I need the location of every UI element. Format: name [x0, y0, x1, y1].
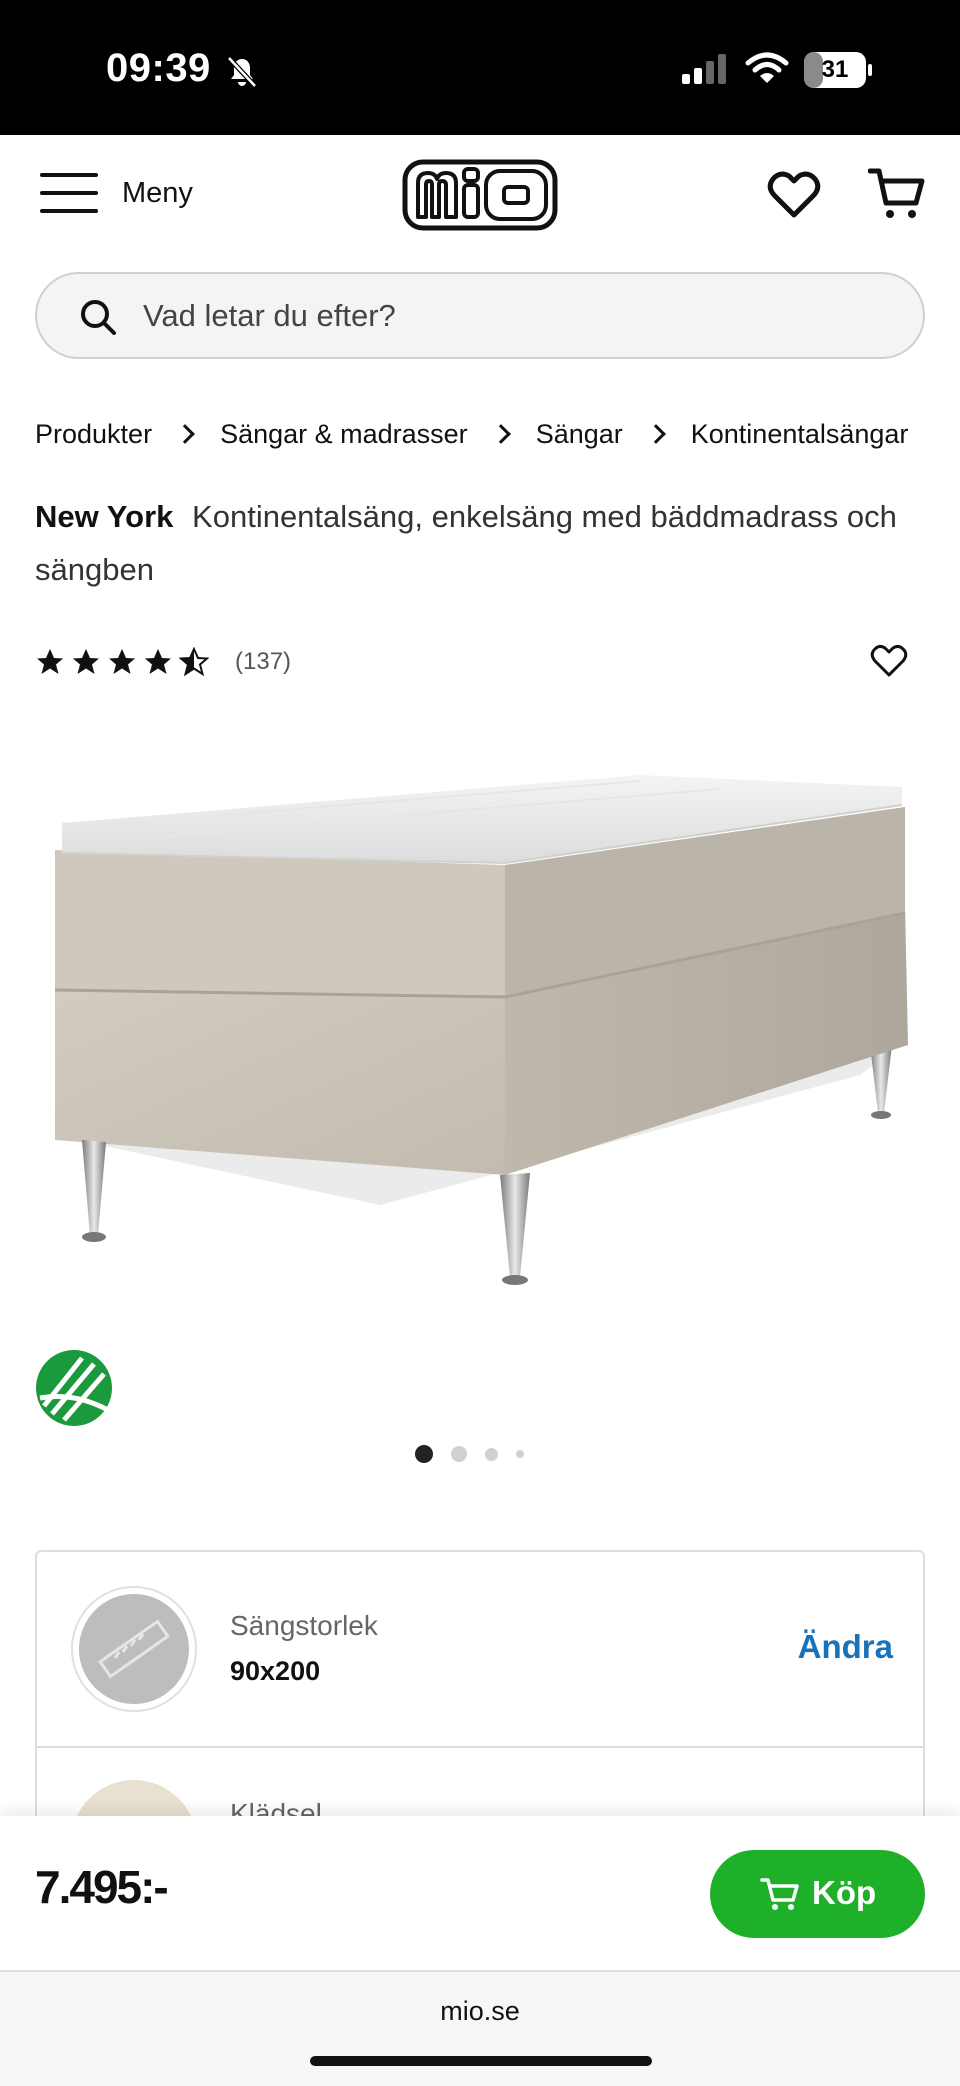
- mio-logo[interactable]: [402, 159, 558, 231]
- cart-icon[interactable]: [868, 165, 926, 223]
- chevron-right-icon: [175, 424, 195, 444]
- review-count[interactable]: (137): [235, 648, 291, 676]
- wifi-icon: [745, 52, 789, 83]
- battery-percent: 31: [821, 56, 849, 83]
- status-time: 09:39: [106, 46, 211, 90]
- star-half-icon: [179, 647, 209, 677]
- favorite-heart-icon[interactable]: [870, 642, 908, 680]
- breadcrumb-item-kontinentalsangar[interactable]: Kontinentalsängar: [691, 419, 909, 450]
- breadcrumb-item-sangar-madrasser[interactable]: Sängar & madrasser: [220, 419, 468, 450]
- product-rating[interactable]: (137): [35, 642, 291, 682]
- sticky-buy-bar: 7.495:- Köp: [0, 1816, 960, 1972]
- browser-url[interactable]: mio.se: [0, 1996, 960, 2027]
- product-image-bed[interactable]: [40, 745, 920, 1305]
- breadcrumb: Produkter Sängar & madrasser Sängar Kont…: [35, 414, 908, 454]
- wishlist-heart-icon[interactable]: [766, 167, 822, 223]
- search-bar[interactable]: Vad letar du efter?: [35, 272, 925, 359]
- site-header: Meny: [0, 135, 960, 265]
- battery-indicator: 31: [804, 52, 872, 88]
- status-bar: 09:39 31: [0, 0, 960, 135]
- search-icon: [81, 300, 116, 335]
- cellular-signal-icon: [682, 54, 726, 84]
- carousel-dot[interactable]: [415, 1445, 433, 1463]
- breadcrumb-item-produkter[interactable]: Produkter: [35, 419, 152, 450]
- option-value: 90x200: [230, 1656, 321, 1686]
- product-price: 7.495:-: [35, 1861, 169, 1913]
- search-input[interactable]: Vad letar du efter?: [143, 298, 396, 334]
- chevron-right-icon: [490, 424, 511, 444]
- change-size-button[interactable]: Ändra: [798, 1628, 893, 1666]
- carousel-dot[interactable]: [485, 1447, 498, 1461]
- product-brand: New York: [35, 499, 174, 534]
- menu-label[interactable]: Meny: [122, 177, 193, 210]
- carousel-dot[interactable]: [516, 1450, 524, 1458]
- image-carousel-dots[interactable]: [415, 1444, 542, 1464]
- browser-address-bar[interactable]: mio.se: [0, 1972, 960, 2086]
- ruler-icon: [71, 1586, 197, 1712]
- bell-muted-icon: [227, 56, 257, 88]
- swan-ecolabel-icon: [36, 1350, 112, 1426]
- home-indicator: [310, 2056, 652, 2066]
- breadcrumb-item-sangar[interactable]: Sängar: [536, 419, 623, 450]
- star-icon: [73, 649, 99, 674]
- star-icon: [37, 649, 63, 674]
- buy-button[interactable]: Köp: [710, 1850, 925, 1938]
- option-row-bed-size[interactable]: Sängstorlek 90x200 Ändra: [37, 1552, 923, 1748]
- star-icon: [109, 649, 135, 674]
- cart-icon: [760, 1878, 799, 1910]
- carousel-dot[interactable]: [451, 1446, 467, 1462]
- chevron-right-icon: [645, 424, 666, 444]
- star-icon: [145, 649, 171, 674]
- hamburger-menu-icon[interactable]: [40, 173, 98, 213]
- buy-button-label: Köp: [812, 1874, 877, 1911]
- product-title: New York Kontinentalsäng, enkelsäng med …: [35, 490, 925, 596]
- option-label: Sängstorlek: [230, 1610, 378, 1641]
